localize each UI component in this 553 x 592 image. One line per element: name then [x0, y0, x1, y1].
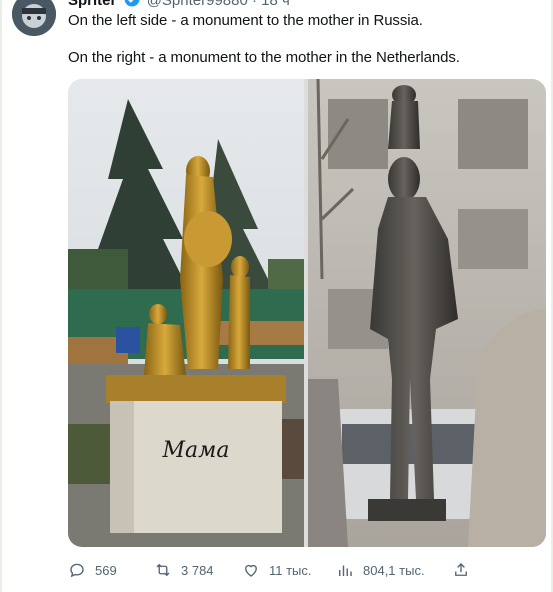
heart-icon	[245, 564, 257, 577]
photo-russia-monument[interactable]: Мама	[68, 79, 304, 547]
verified-badge-icon	[124, 0, 140, 11]
reply-button[interactable]: 569	[68, 560, 117, 580]
media-grid[interactable]: Мама	[68, 79, 546, 547]
tweet-text-line-2: On the right - a monument to the mother …	[68, 49, 460, 66]
views-button[interactable]: 804,1 тыс.	[336, 560, 425, 580]
like-count: 11 тыс.	[269, 562, 312, 578]
repost-count: 3 784	[181, 562, 214, 578]
like-button[interactable]: 11 тыс.	[242, 560, 312, 580]
tweet-card: Spriter @Spriter99880 · 18 ч On the left…	[2, 0, 551, 592]
avatar[interactable]	[12, 0, 56, 36]
repost-icon	[156, 563, 170, 577]
photo-netherlands-monument[interactable]	[308, 79, 546, 547]
author-handle[interactable]: @Spriter99880 · 18 ч	[147, 0, 290, 9]
tweet-header: Spriter @Spriter99880 · 18 ч	[68, 0, 290, 9]
share-icon	[455, 563, 467, 576]
pedestal-inscription: Мама	[162, 438, 230, 463]
reply-count: 569	[95, 562, 117, 578]
tweet-actions: 569 3 784 11 тыс. 804,1 тыс.	[68, 560, 546, 580]
share-button[interactable]	[452, 560, 479, 580]
repost-button[interactable]: 3 784	[154, 560, 214, 580]
reply-icon	[70, 563, 84, 578]
views-icon	[339, 565, 352, 576]
tweet-text-line-1: On the left side - a monument to the mot…	[68, 12, 423, 29]
author-name[interactable]: Spriter	[68, 0, 116, 9]
views-count: 804,1 тыс.	[363, 562, 425, 578]
